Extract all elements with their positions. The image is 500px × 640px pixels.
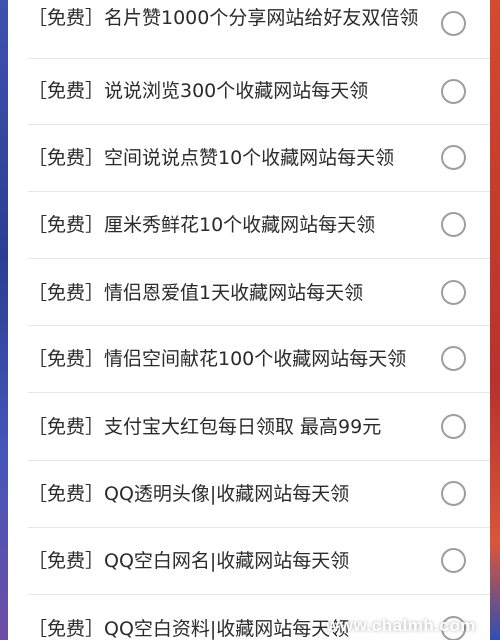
option-label: ［免费］名片赞1000个分享网站给好友双倍领 <box>28 7 419 29</box>
site-watermark: www.chalmh.com <box>326 616 476 635</box>
option-list-dialog: ［免费］名片赞1000个分享网站给好友双倍领 ［免费］说说浏览300个收藏网站每… <box>8 0 490 640</box>
option-label: ［免费］QQ空白网名|收藏网站每天领 <box>28 550 350 572</box>
divider <box>28 325 490 326</box>
option-label: ［免费］QQ透明头像|收藏网站每天领 <box>28 483 350 505</box>
radio-button[interactable] <box>441 346 466 371</box>
background-right-edge <box>490 0 500 640</box>
divider <box>28 594 490 595</box>
divider <box>28 527 490 528</box>
option-label: ［免费］说说浏览300个收藏网站每天领 <box>28 80 369 102</box>
divider <box>28 58 490 59</box>
option-label: ［免费］情侣空间献花100个收藏网站每天领 <box>28 348 407 370</box>
option-label: ［免费］情侣恩爱值1天收藏网站每天领 <box>28 282 364 304</box>
divider <box>28 191 490 192</box>
option-label: ［免费］厘米秀鲜花10个收藏网站每天领 <box>28 214 376 236</box>
radio-button[interactable] <box>441 145 466 170</box>
option-label: ［免费］支付宝大红包每日领取 最高99元 <box>28 416 382 438</box>
background-left-edge <box>0 0 8 640</box>
option-label: ［免费］空间说说点赞10个收藏网站每天领 <box>28 147 395 169</box>
radio-button[interactable] <box>441 548 466 573</box>
divider <box>28 460 490 461</box>
radio-button[interactable] <box>441 11 466 36</box>
radio-button[interactable] <box>441 280 466 305</box>
radio-button[interactable] <box>441 212 466 237</box>
radio-button[interactable] <box>441 414 466 439</box>
radio-button[interactable] <box>441 481 466 506</box>
divider <box>28 392 490 393</box>
divider <box>28 258 490 259</box>
radio-button[interactable] <box>441 79 466 104</box>
divider <box>28 124 490 125</box>
